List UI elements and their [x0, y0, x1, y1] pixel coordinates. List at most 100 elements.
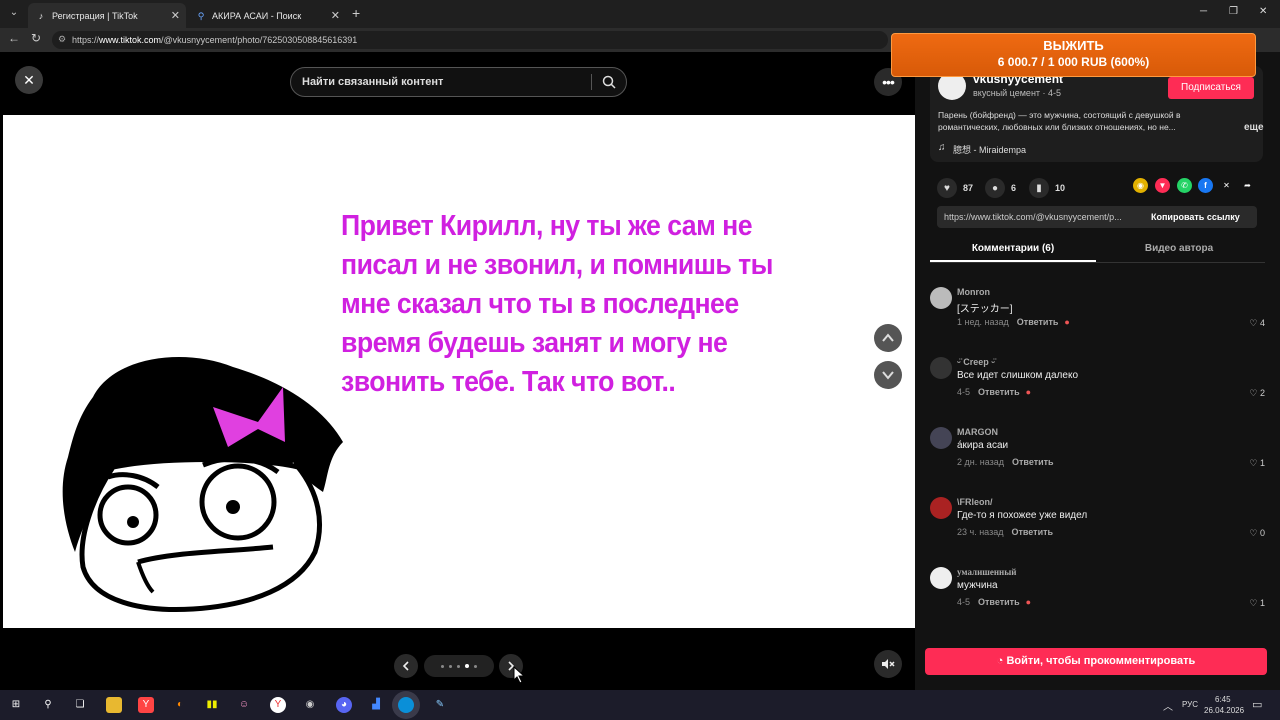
close-window-button[interactable]: ✕ [1259, 6, 1267, 17]
avatar[interactable] [930, 357, 952, 379]
avatar[interactable] [930, 287, 952, 309]
yandex-icon[interactable]: Y [138, 697, 154, 713]
comment-author[interactable]: MARGON [957, 427, 998, 437]
login-to-comment-button[interactable]: ◔ Войти, чтобы прокомментировать [925, 648, 1267, 675]
more-description-link[interactable]: еще [1244, 122, 1264, 133]
url-field[interactable]: ⚙ https://www.tiktok.com/@vkusnyycement/… [52, 31, 888, 49]
search-icon[interactable]: ⚲ [40, 697, 56, 713]
share-gold-icon[interactable]: ◉ [1133, 178, 1148, 193]
search-divider [591, 74, 592, 90]
site-info-icon[interactable]: ⚙ [58, 34, 66, 45]
next-post-button[interactable] [874, 361, 902, 389]
chevron-left-icon [402, 661, 409, 671]
clock-time[interactable]: 6:45 [1215, 695, 1231, 704]
windows-taskbar: ⊞ ⚲ ❏ Y ◐ ▮▮ ☺ Y ◉ ◕ ▟ ✎ ︿ РУС 6:45 26.0… [0, 690, 1280, 720]
like-button[interactable]: ♥ 87 [937, 178, 973, 198]
tab-creator-videos[interactable]: Видео автора [1096, 243, 1262, 254]
comment-like-count: 4 [1259, 318, 1265, 328]
music-title[interactable]: 臆想 - Miraidempa [953, 143, 1026, 156]
search-icon[interactable] [602, 75, 616, 89]
comment-author[interactable]: ᵕ̈ Creep ᵕ̈ [957, 357, 995, 367]
carousel-dot[interactable] [474, 664, 477, 668]
notepad-icon[interactable]: ✎ [432, 697, 448, 713]
edge-browser-icon[interactable] [398, 697, 414, 713]
reply-button[interactable]: Ответить [978, 387, 1020, 397]
whatsapp-icon[interactable]: ✆ [1177, 178, 1192, 193]
like-count: 87 [963, 183, 974, 193]
tab-search[interactable]: ⚲ АКИРА АСАИ - Поиск ✕ [188, 3, 346, 28]
previous-post-button[interactable] [874, 324, 902, 352]
file-explorer-icon[interactable] [106, 697, 122, 713]
steam-icon[interactable]: ◉ [302, 697, 318, 713]
share-arrow-icon[interactable]: ➦ [1240, 178, 1255, 193]
comment-time: 4-5 [957, 387, 971, 397]
avatar[interactable] [930, 427, 952, 449]
carousel-prev-button[interactable] [394, 654, 418, 678]
copy-link-button[interactable]: Копировать ссылку [1151, 212, 1240, 222]
avatar[interactable] [930, 567, 952, 589]
stats-app-icon[interactable]: ▟ [368, 697, 384, 713]
carousel-dot[interactable] [457, 664, 460, 668]
avatar[interactable] [930, 497, 952, 519]
app-character-icon[interactable]: ☺ [236, 697, 252, 713]
carousel-dots [424, 655, 494, 677]
reply-button[interactable]: Ответить [1011, 527, 1053, 537]
comment-text: Все идет слишком далеко [957, 370, 1079, 381]
share-link-url[interactable]: https://www.tiktok.com/@vkusnyycement/p.… [944, 212, 1149, 222]
app-orange-icon[interactable]: ◐ [172, 697, 188, 713]
tab-comments[interactable]: Комментарии (6) [930, 243, 1096, 254]
comment-author[interactable]: умалишенный [957, 567, 1016, 577]
save-button[interactable]: ▮ 10 [1029, 178, 1065, 198]
keyboard-language[interactable]: РУС [1182, 700, 1198, 709]
comment-time: 4-5 [957, 597, 971, 607]
comment-like-button[interactable]: ♡ 1 [1249, 458, 1265, 469]
photo-caption-text: Привет Кирилл, ну ты же сам не писал и н… [341, 210, 773, 398]
reply-button[interactable]: Ответить [978, 597, 1020, 607]
new-tab-button[interactable]: + [352, 5, 360, 21]
music-note-icon: ♫ [938, 142, 946, 153]
restore-button[interactable]: ❐ [1229, 6, 1238, 17]
tab-tiktok[interactable]: ♪ Регистрация | TikTok ✕ [28, 3, 186, 28]
x-share-icon[interactable]: ✕ [1219, 178, 1234, 193]
comment-like-button[interactable]: ♡ 0 [1249, 528, 1265, 539]
share-direct-icon[interactable]: ▼ [1155, 178, 1170, 193]
comment-button[interactable]: ● 6 [985, 178, 1016, 198]
back-icon[interactable]: ← [8, 31, 20, 45]
close-tab-icon[interactable]: ✕ [331, 9, 340, 22]
carousel-dot-active[interactable] [465, 664, 469, 668]
comment-item: \FRleon/ Где-то я похожее уже видел 23 ч… [930, 497, 1265, 557]
app-yellow-icon[interactable]: ▮▮ [204, 697, 220, 713]
windows-start-icon[interactable]: ⊞ [8, 697, 24, 713]
comment-meta: 4-5 Ответить ● [957, 387, 1031, 397]
discord-icon[interactable]: ◕ [336, 697, 352, 713]
carousel-dot[interactable] [449, 664, 452, 668]
comment-like-button[interactable]: ♡ 1 [1249, 598, 1265, 609]
minimize-button[interactable]: ─ [1200, 6, 1207, 17]
close-tab-icon[interactable]: ✕ [171, 9, 180, 22]
close-viewer-button[interactable]: ✕ [15, 66, 43, 94]
carousel-dot[interactable] [441, 664, 444, 668]
tray-chevron-up-icon[interactable]: ︿ [1163, 698, 1173, 713]
mute-button[interactable] [874, 650, 902, 678]
comment-meta: 1 нед. назад Ответить ● [957, 317, 1070, 327]
reply-button[interactable]: Ответить [1017, 317, 1059, 327]
reload-icon[interactable]: ↻ [31, 31, 41, 45]
tab-list-dropdown-icon[interactable]: ⌄ [6, 7, 22, 21]
follow-button[interactable]: Подписаться [1168, 77, 1254, 99]
heart-outline-icon: ♡ [1249, 528, 1260, 538]
comment-like-button[interactable]: ♡ 4 [1249, 318, 1265, 329]
chevron-up-icon [882, 333, 894, 342]
reply-button[interactable]: Ответить [1012, 457, 1054, 467]
comment-author[interactable]: \FRleon/ [957, 497, 993, 507]
comment-like-count: 1 [1259, 458, 1265, 468]
related-content-search-input[interactable]: Найти связанный контент [290, 67, 627, 97]
comment-like-button[interactable]: ♡ 2 [1249, 388, 1265, 399]
yandex-browser-icon[interactable]: Y [270, 697, 286, 713]
clock-date[interactable]: 26.04.2026 [1204, 706, 1244, 715]
comment-author[interactable]: Monron [957, 287, 990, 297]
facebook-icon[interactable]: f [1198, 178, 1213, 193]
task-view-icon[interactable]: ❏ [72, 697, 88, 713]
reply-avatar-icon: ● [1064, 317, 1070, 327]
price-overlay-banner: ВЫЖИТЬ 6 000.7 / 1 000 RUB (600%) [891, 33, 1256, 77]
notifications-icon[interactable]: ▭ [1252, 698, 1262, 711]
